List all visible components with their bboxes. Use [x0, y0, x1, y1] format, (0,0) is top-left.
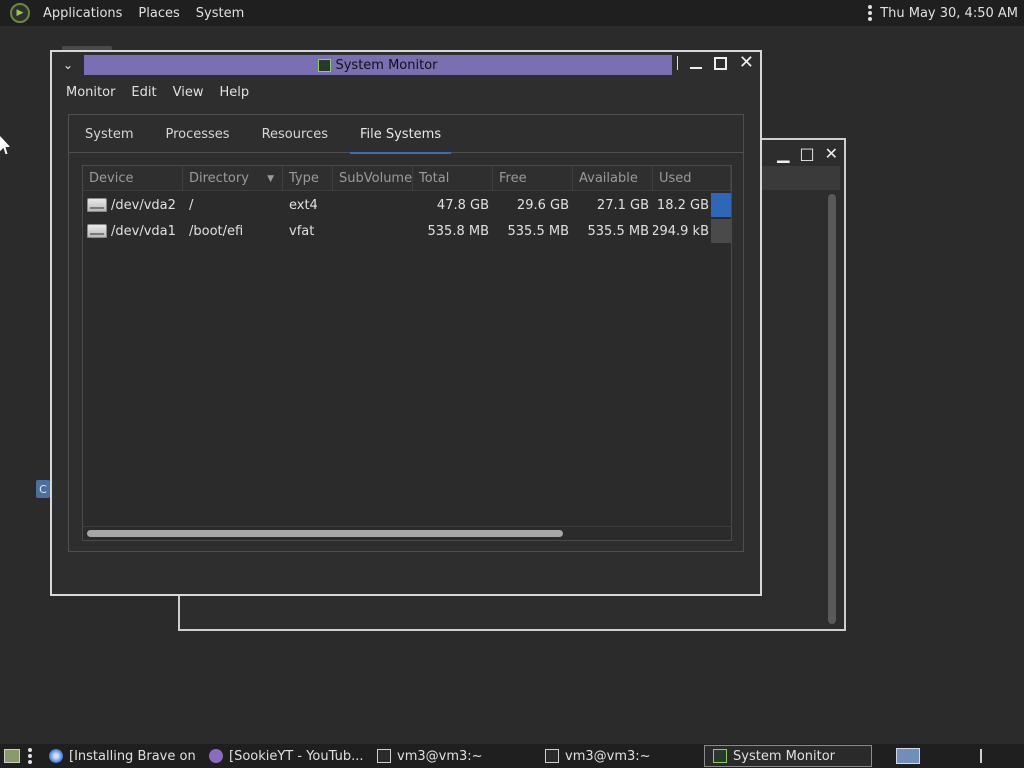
window-controls: ✕	[676, 54, 754, 72]
taskbar-item-brave[interactable]: [Installing Brave on ...	[40, 745, 200, 767]
cell-available: 27.1 GB	[596, 197, 649, 213]
close-icon[interactable]: ✕	[825, 144, 838, 163]
cell-free: 29.6 GB	[516, 197, 569, 213]
clock[interactable]: Thu May 30, 4:50 AM	[880, 6, 1018, 21]
column-header-free[interactable]: Free	[493, 166, 573, 191]
menu-applications[interactable]: Applications	[35, 6, 130, 21]
menu-edit[interactable]: Edit	[123, 85, 164, 100]
cell-free: 535.5 MB	[507, 223, 569, 239]
panel-menu-icon[interactable]	[868, 5, 873, 21]
taskbar: [Installing Brave on ... [SookieYT - You…	[0, 744, 1024, 768]
minimize-icon[interactable]: ▁	[777, 144, 789, 163]
menu-places[interactable]: Places	[130, 6, 187, 21]
table-header: Device Directory ▼ Type SubVolume Total F…	[83, 166, 731, 191]
terminal-icon	[377, 749, 391, 763]
menu-system[interactable]: System	[188, 6, 252, 21]
background-window-controls: ▁ □ ✕	[777, 144, 838, 163]
cell-used: 18.2 GB	[653, 192, 731, 218]
maximize-icon[interactable]: □	[799, 144, 814, 163]
sort-descending-icon: ▼	[267, 173, 274, 184]
applications-menu-icon[interactable]: ▶	[10, 3, 30, 23]
taskbar-handle-icon[interactable]	[28, 748, 32, 764]
table-row[interactable]: /dev/vda2 / ext4 47.8 GB 29.6 GB 27.1 GB…	[83, 192, 731, 218]
table-row[interactable]: /dev/vda1 /boot/efi vfat 535.8 MB 535.5 …	[83, 218, 731, 244]
column-header-used[interactable]: Used	[653, 166, 731, 191]
cell-directory: /boot/efi	[189, 223, 244, 239]
cell-subvolume	[333, 218, 413, 244]
tab-file-systems[interactable]: File Systems	[344, 115, 457, 154]
column-header-subvolume[interactable]: SubVolume	[333, 166, 413, 191]
show-desktop-icon[interactable]	[4, 749, 20, 763]
column-header-directory[interactable]: Directory ▼	[183, 166, 283, 191]
workspace-switcher[interactable]	[896, 748, 920, 764]
cell-device: /dev/vda1	[83, 218, 183, 244]
terminal-icon	[545, 749, 559, 763]
taskbar-item-system-monitor[interactable]: System Monitor	[704, 745, 872, 767]
file-systems-table: Device Directory ▼ Type SubVolume Total F…	[82, 165, 732, 541]
cell-used: 294.9 kB	[653, 218, 731, 244]
scrollbar-thumb[interactable]	[87, 530, 563, 537]
background-window-titlebar	[762, 166, 840, 190]
used-space-bar	[711, 219, 731, 243]
minimize-icon[interactable]	[689, 57, 702, 69]
tray-separator	[980, 749, 982, 763]
tab-resources[interactable]: Resources	[246, 115, 344, 153]
window-title-bar[interactable]: System Monitor	[84, 55, 672, 75]
mouse-cursor-icon	[0, 136, 10, 154]
window-title: System Monitor	[335, 57, 438, 73]
control-separator	[676, 56, 678, 70]
notebook: System Processes Resources File Systems …	[68, 114, 744, 552]
cell-type: vfat	[289, 223, 315, 239]
system-monitor-icon	[713, 749, 727, 763]
cell-total: 535.8 MB	[427, 223, 489, 239]
system-monitor-icon	[318, 58, 332, 72]
used-space-bar	[711, 193, 731, 217]
taskbar-item-youtube[interactable]: [SookieYT - YouTub...	[200, 745, 368, 767]
menu-help[interactable]: Help	[211, 85, 257, 100]
menu-view[interactable]: View	[165, 85, 212, 100]
cell-total: 47.8 GB	[436, 197, 489, 213]
close-icon[interactable]: ✕	[739, 54, 754, 72]
column-header-device[interactable]: Device	[83, 166, 183, 191]
background-window-scrollbar[interactable]	[828, 194, 836, 624]
tab-bar: System Processes Resources File Systems	[69, 115, 743, 154]
taskbar-item-terminal-1[interactable]: vm3@vm3:~	[368, 745, 536, 767]
menu-monitor[interactable]: Monitor	[58, 85, 123, 100]
horizontal-scrollbar[interactable]	[83, 526, 731, 540]
window-titlebar[interactable]: ⌄ System Monitor ✕	[52, 52, 760, 78]
desktop-icon[interactable]: C	[36, 480, 50, 498]
column-header-total[interactable]: Total	[413, 166, 493, 191]
cell-subvolume	[333, 192, 413, 218]
browser-icon	[49, 749, 63, 763]
cell-device: /dev/vda2	[83, 192, 183, 218]
hard-disk-icon	[87, 224, 107, 238]
cell-directory: /	[189, 197, 194, 213]
menubar: Monitor Edit View Help	[52, 78, 760, 106]
maximize-icon[interactable]	[713, 56, 727, 70]
column-header-available[interactable]: Available	[573, 166, 653, 191]
tor-browser-icon	[209, 749, 223, 763]
cell-type: ext4	[289, 197, 318, 213]
system-monitor-window[interactable]: ⌄ System Monitor ✕ Monitor Edit View Hel…	[50, 50, 762, 596]
tab-system[interactable]: System	[69, 115, 149, 153]
column-header-type[interactable]: Type	[283, 166, 333, 191]
taskbar-item-terminal-2[interactable]: vm3@vm3:~	[536, 745, 704, 767]
tab-processes[interactable]: Processes	[149, 115, 245, 153]
window-menu-chevron-down-icon[interactable]: ⌄	[52, 52, 84, 78]
table-body: /dev/vda2 / ext4 47.8 GB 29.6 GB 27.1 GB…	[83, 192, 731, 244]
cell-available: 535.5 MB	[587, 223, 649, 239]
hard-disk-icon	[87, 198, 107, 212]
top-panel: ▶ Applications Places System Thu May 30,…	[0, 0, 1024, 26]
